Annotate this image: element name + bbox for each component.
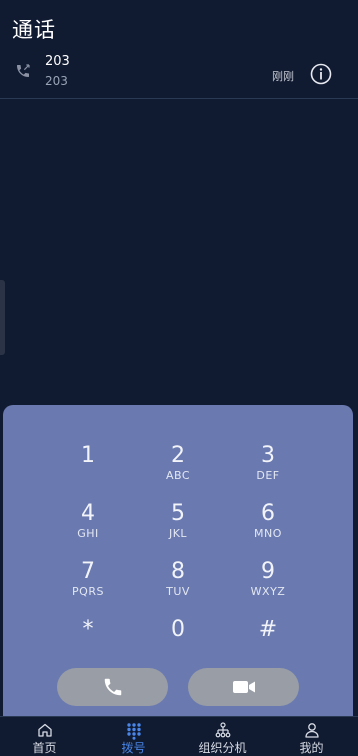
dial-key-digit: 0 [171,617,185,642]
dial-key-digit: 3 [261,443,275,468]
dial-key-letters: MNO [254,527,282,540]
dial-key-8[interactable]: 8 TUV [133,559,223,609]
dial-key-5[interactable]: 5 JKL [133,501,223,551]
dial-key-9[interactable]: 9 WXYZ [223,559,313,609]
nav-item-me[interactable]: 我的 [267,717,356,756]
dial-key-digit: 2 [171,443,185,468]
call-log-item[interactable]: 203 203 刚刚 [0,48,358,99]
dial-key-4[interactable]: 4 GHI [43,501,133,551]
call-log-time: 刚刚 [272,70,294,83]
dial-key-digit: 6 [261,501,275,526]
info-icon[interactable] [310,63,332,89]
dial-key-3[interactable]: 3 DEF [223,443,313,493]
nav-label: 拨号 [121,741,146,755]
dial-key-digit: 8 [171,559,185,584]
dial-key-letters: DEF [256,469,280,482]
dial-key-hash[interactable]: # [223,617,313,667]
dial-key-7[interactable]: 7 PQRS [43,559,133,609]
nav-label: 我的 [299,741,324,755]
nav-item-dial[interactable]: 拨号 [89,717,178,756]
page-title: 通话 [12,18,56,42]
dial-key-digit: # [258,617,278,642]
nav-item-home[interactable]: 首页 [0,717,89,756]
video-camera-icon [233,681,255,693]
dial-key-letters: PQRS [72,585,104,598]
call-log-name: 203 [45,54,70,69]
dialpad-panel: 1 2 ABC 3 DEF 4 GHI 5 JKL 6 MNO 7 PQRS 8… [3,405,353,720]
bottom-nav: 首页 拨号 组织分机 我的 [0,716,358,756]
dial-key-star[interactable]: * [43,617,133,667]
dial-key-letters: TUV [166,585,190,598]
video-call-button[interactable] [188,668,299,706]
dial-key-6[interactable]: 6 MNO [223,501,313,551]
dial-key-letters: WXYZ [250,585,286,598]
dial-key-letters: JKL [168,527,188,540]
nav-item-org[interactable]: 组织分机 [178,717,267,756]
nav-label: 组织分机 [198,741,247,755]
nav-label: 首页 [32,741,57,755]
dial-key-2[interactable]: 2 ABC [133,443,223,493]
dial-key-digit: 5 [171,501,185,526]
dial-key-digit: * [82,617,94,642]
dial-key-letters: ABC [165,469,191,482]
dial-key-1[interactable]: 1 [43,443,133,493]
side-drawer-handle[interactable] [0,280,5,355]
dial-key-digit: 1 [81,443,95,468]
dial-key-digit: 4 [81,501,95,526]
dial-key-digit: 9 [261,559,275,584]
dial-key-letters: GHI [77,527,99,540]
voice-call-button[interactable] [57,668,168,706]
phone-icon [104,678,122,696]
dial-key-digit: 7 [81,559,95,584]
call-log-number: 203 [45,74,68,88]
dial-key-0[interactable]: 0 [133,617,223,667]
phone-icon [15,63,31,83]
